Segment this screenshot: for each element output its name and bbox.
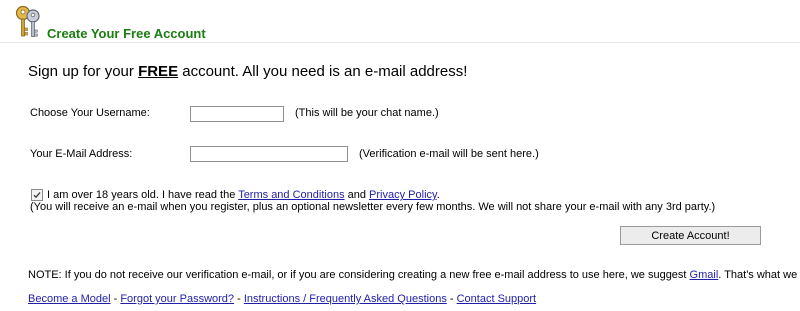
faq-link[interactable]: Instructions / Frequently Asked Question… xyxy=(244,293,447,305)
footer-separator: - xyxy=(234,293,244,305)
agreement-and: and xyxy=(344,189,370,201)
footer-separator: - xyxy=(446,293,457,305)
headline-free-emphasis: FREE xyxy=(138,63,179,80)
email-input[interactable] xyxy=(190,146,348,162)
headline-prefix: Sign up for your xyxy=(28,63,139,80)
age-terms-checkbox[interactable] xyxy=(31,189,43,201)
signup-headline: Sign up for your FREE account. All you n… xyxy=(28,63,467,81)
headline-suffix: account. All you need is an e-mail addre… xyxy=(178,63,468,80)
checkmark-icon xyxy=(33,192,41,199)
note-text-before: NOTE: If you do not receive our verifica… xyxy=(28,269,690,281)
keys-icon xyxy=(15,5,40,37)
footer-links: Become a Model - Forgot your Password? -… xyxy=(28,293,536,306)
footer-separator: - xyxy=(110,293,121,305)
privacy-policy-link[interactable]: Privacy Policy xyxy=(369,189,437,201)
agreement-period: . xyxy=(436,189,440,201)
username-hint: (This will be your chat name.) xyxy=(295,107,439,119)
become-a-model-link[interactable]: Become a Model xyxy=(28,293,111,305)
note-text-after: . That's what we use! :-) xyxy=(718,269,800,281)
username-label: Choose Your Username: xyxy=(30,107,150,119)
email-hint: (Verification e-mail will be sent here.) xyxy=(359,148,539,160)
gmail-link[interactable]: Gmail xyxy=(690,269,719,281)
page-header: Create Your Free Account xyxy=(0,0,800,43)
forgot-password-link[interactable]: Forgot your Password? xyxy=(120,293,234,305)
gmail-note: NOTE: If you do not receive our verifica… xyxy=(28,269,800,282)
username-input[interactable] xyxy=(190,106,284,122)
agreement-text-before: I am over 18 years old. I have read the xyxy=(47,189,239,201)
page-title: Create Your Free Account xyxy=(47,26,206,41)
terms-link[interactable]: Terms and Conditions xyxy=(238,189,344,201)
email-label: Your E-Mail Address: xyxy=(30,148,133,160)
create-account-button[interactable]: Create Account! xyxy=(620,226,761,245)
privacy-note: (You will receive an e-mail when you reg… xyxy=(30,201,716,213)
contact-support-link[interactable]: Contact Support xyxy=(457,293,537,305)
